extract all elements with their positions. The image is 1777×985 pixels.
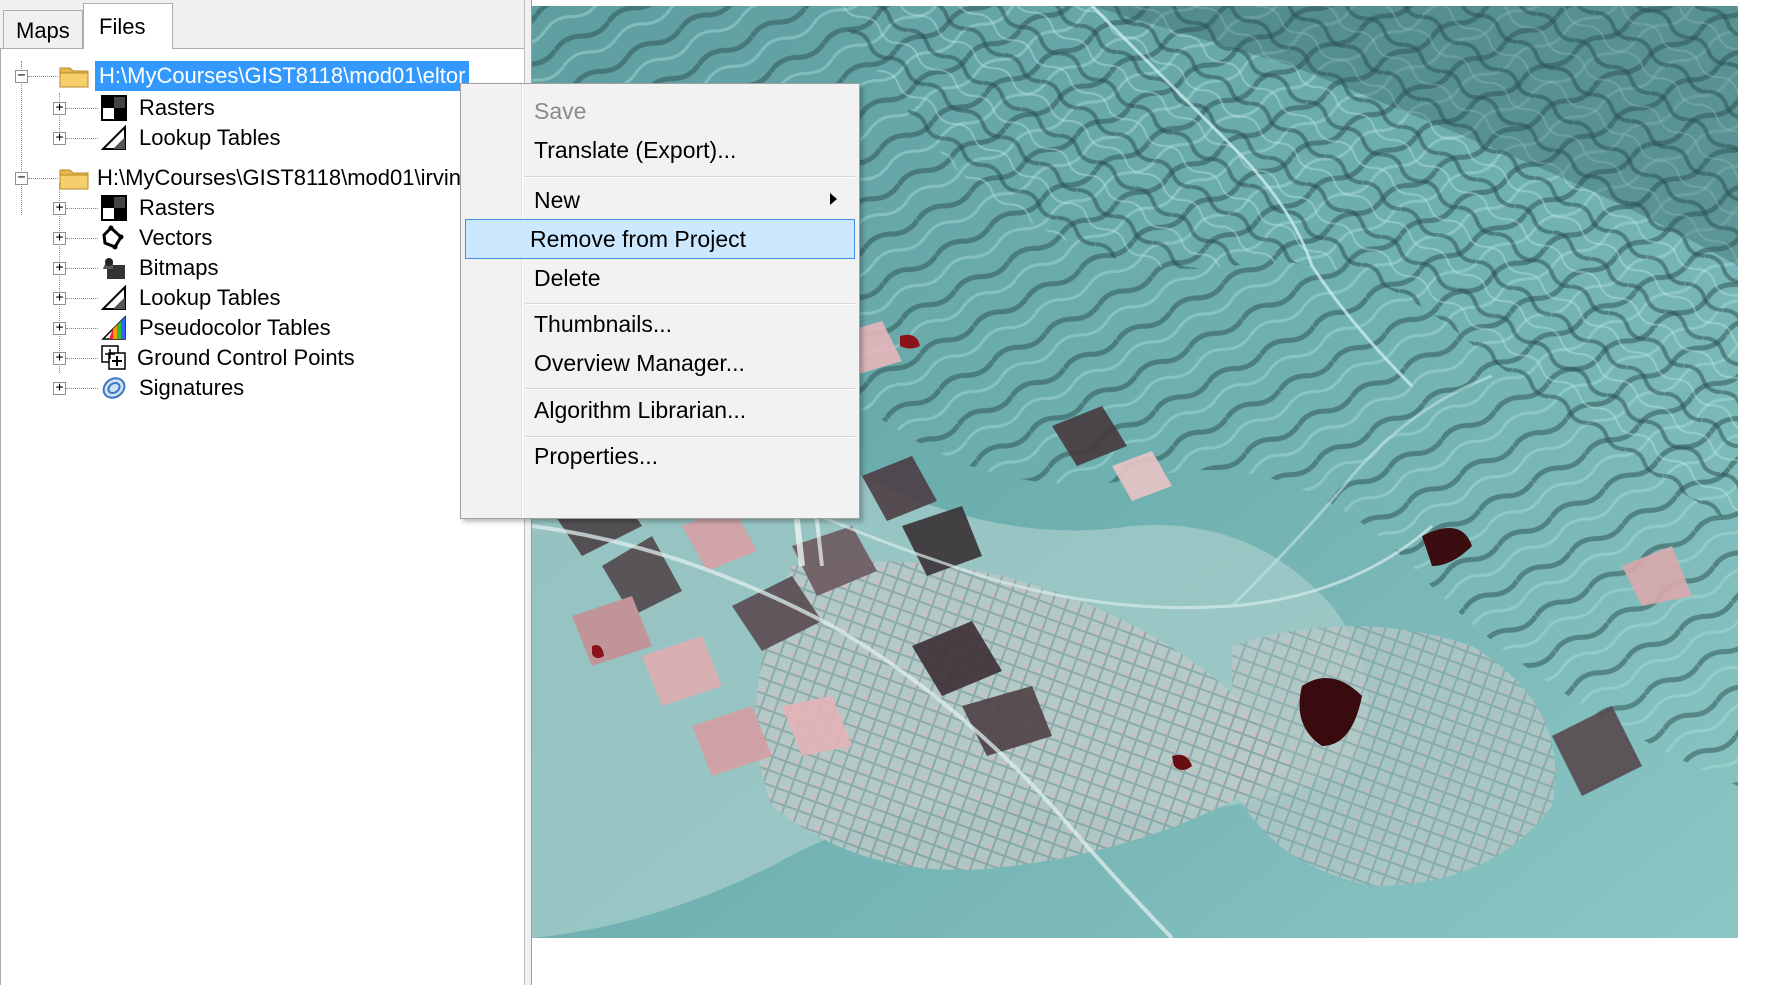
gcp-icon	[101, 345, 126, 370]
menu-item-overview-manager[interactable]: Overview Manager...	[465, 343, 855, 383]
expand-icon[interactable]: +	[53, 381, 66, 395]
menu-item-label: Thumbnails...	[534, 311, 673, 337]
raster-icon	[101, 95, 127, 121]
tree-item-vectors[interactable]: + Vectors	[1, 223, 461, 253]
menu-item-save: Save	[465, 91, 855, 131]
expand-icon[interactable]: +	[53, 201, 66, 215]
signature-icon	[102, 377, 126, 399]
menu-item-algorithm-librarian[interactable]: Algorithm Librarian...	[465, 390, 855, 430]
menu-item-label: Overview Manager...	[534, 350, 745, 376]
menu-item-label: Properties...	[534, 443, 658, 469]
raster-icon	[101, 195, 127, 221]
menu-item-properties[interactable]: Properties...	[465, 436, 855, 476]
tree-item-label: Signatures	[139, 375, 245, 400]
tree-item-label: Vectors	[139, 225, 213, 250]
tree-root-item[interactable]: − H:\MyCourses\GIST8118\mod01\irvin	[1, 163, 461, 193]
tab-maps[interactable]: Maps	[3, 10, 83, 48]
tree-item-lookup-tables[interactable]: + Lookup Tables	[1, 123, 461, 153]
lookup-table-icon	[101, 125, 126, 150]
menu-item-new[interactable]: New	[465, 180, 855, 220]
menu-item-label: Remove from Project	[530, 226, 747, 252]
tree-item-rasters[interactable]: + Rasters	[1, 193, 461, 223]
tree-root-label[interactable]: H:\MyCourses\GIST8118\mod01\eltor	[95, 61, 470, 91]
tree-item-label: Rasters	[139, 195, 215, 220]
tree-item-label: Rasters	[139, 95, 215, 120]
lookup-table-icon	[101, 285, 126, 310]
tree-item-label: Lookup Tables	[139, 285, 281, 310]
menu-item-label: Delete	[534, 265, 601, 291]
tree-item-bitmaps[interactable]: + Bitmaps	[1, 253, 461, 283]
menu-item-thumbnails[interactable]: Thumbnails...	[465, 304, 855, 344]
menu-item-translate-export[interactable]: Translate (Export)...	[465, 130, 855, 170]
menu-item-delete[interactable]: Delete	[465, 258, 855, 298]
folder-icon	[59, 169, 89, 190]
tree-item-label: Bitmaps	[139, 255, 219, 280]
vector-icon	[102, 225, 124, 250]
tree-item-label: Pseudocolor Tables	[139, 315, 331, 340]
expand-icon[interactable]: +	[53, 291, 66, 305]
pseudocolor-table-icon	[101, 315, 126, 340]
tree-item-pseudocolor-tables[interactable]: + Pseudocolor Tables	[1, 313, 461, 343]
expand-icon[interactable]: +	[53, 321, 66, 335]
files-tree-view: − H:\MyCourses\GIST8118\mod01\eltor + Ra…	[0, 48, 524, 985]
menu-item-label: Save	[534, 98, 587, 124]
tree-root-label[interactable]: H:\MyCourses\GIST8118\mod01\irvin	[97, 163, 461, 193]
context-menu: Save Translate (Export)... New Remove fr…	[460, 83, 860, 519]
menu-separator	[525, 176, 855, 178]
collapse-icon[interactable]: −	[15, 171, 28, 185]
menu-item-label: Translate (Export)...	[534, 137, 737, 163]
expand-icon[interactable]: +	[53, 351, 66, 365]
folder-icon	[59, 67, 89, 88]
panel-tabstrip: Maps Files	[0, 0, 524, 49]
tree-root-item[interactable]: − H:\MyCourses\GIST8118\mod01\eltor	[1, 61, 525, 91]
menu-item-remove-from-project[interactable]: Remove from Project	[465, 219, 855, 259]
expand-icon[interactable]: +	[53, 261, 66, 275]
view-margin	[1738, 0, 1777, 938]
expand-icon[interactable]: +	[53, 131, 66, 145]
tree-item-label: Ground Control Points	[137, 345, 355, 370]
project-panel: Maps Files − H:\MyCourses\GIST8118\mod01…	[0, 0, 524, 985]
menu-item-label: New	[534, 187, 581, 213]
view-margin	[532, 938, 1777, 985]
tree-item-ground-control-points[interactable]: + Ground Control Points	[1, 343, 461, 373]
tree-item-lookup-tables[interactable]: + Lookup Tables	[1, 283, 461, 313]
submenu-arrow-icon	[830, 193, 837, 205]
menu-item-label: Algorithm Librarian...	[534, 397, 747, 423]
tree-item-rasters[interactable]: + Rasters	[1, 93, 461, 123]
tree-item-signatures[interactable]: + Signatures	[1, 373, 461, 403]
tab-files[interactable]: Files	[83, 3, 173, 49]
expand-icon[interactable]: +	[53, 101, 66, 115]
expand-icon[interactable]: +	[53, 231, 66, 245]
collapse-icon[interactable]: −	[15, 69, 28, 83]
bitmap-icon	[103, 258, 125, 279]
tree-item-label: Lookup Tables	[139, 125, 281, 150]
